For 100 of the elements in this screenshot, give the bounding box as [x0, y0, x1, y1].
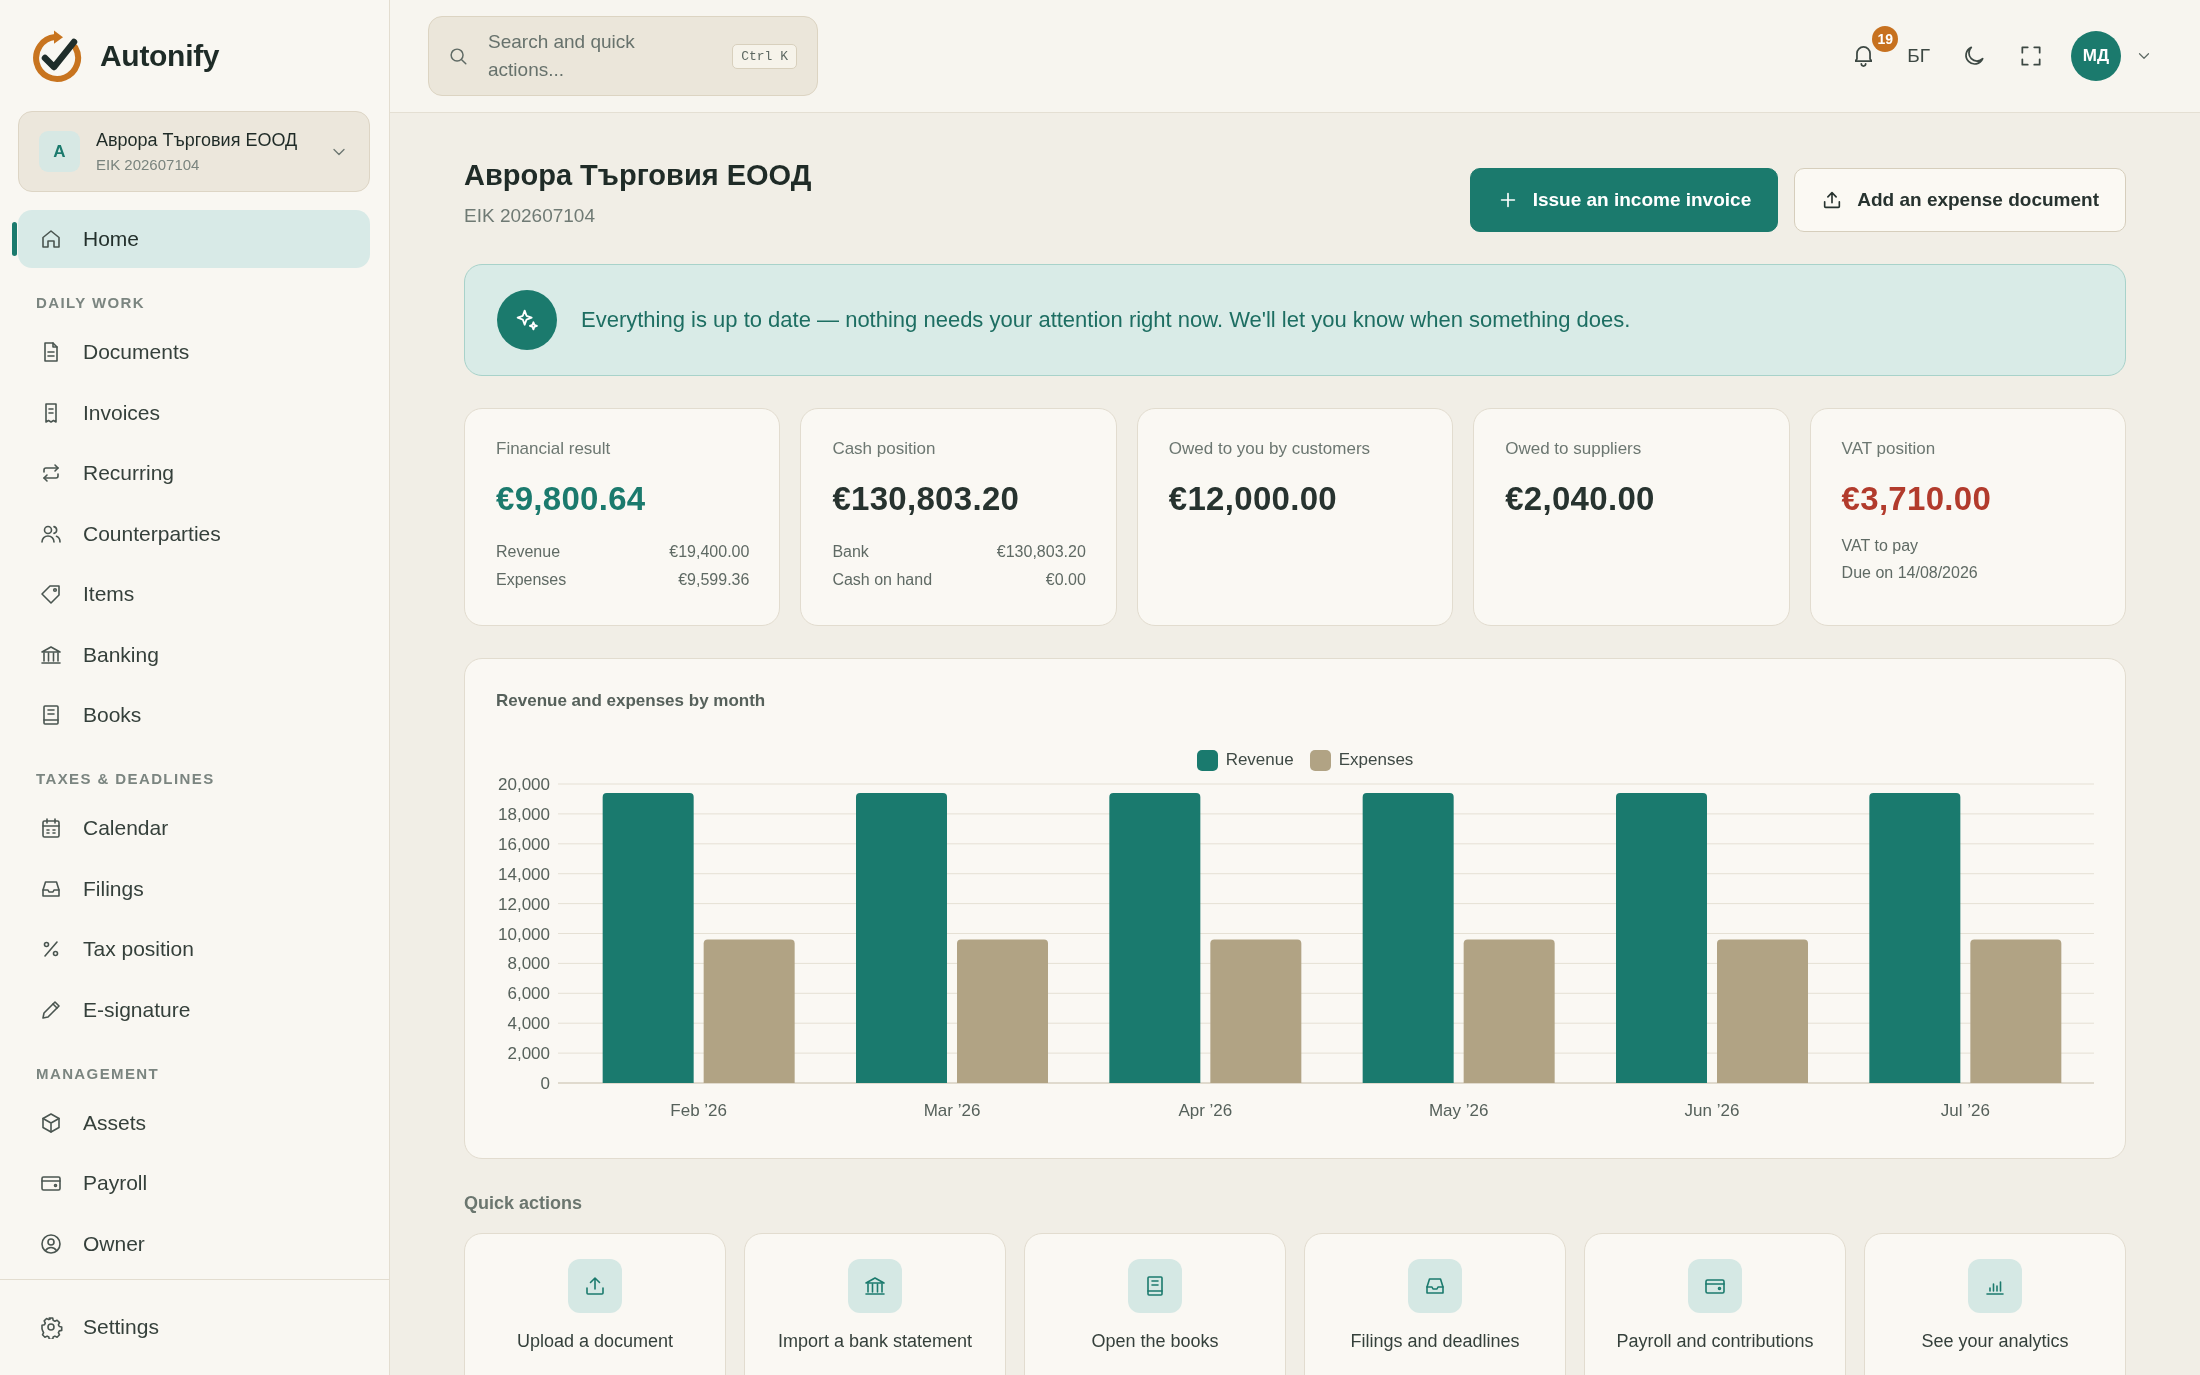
- y-tick-label: 6,000: [507, 984, 550, 1004]
- y-tick-label: 2,000: [507, 1044, 550, 1064]
- section-heading: TAXES & DEADLINES: [36, 769, 216, 789]
- tag-icon: [39, 582, 63, 606]
- x-tick-label: Apr ’26: [1178, 1101, 1233, 1120]
- nav-item[interactable]: Books: [18, 686, 370, 744]
- x-tick-label: Jul ’26: [1940, 1101, 1990, 1120]
- metric-value: €9,800.64: [496, 479, 647, 519]
- section-heading: MANAGEMENT: [36, 1063, 161, 1084]
- nav-item[interactable]: Invoices: [18, 383, 370, 442]
- add-expense-button[interactable]: Add an expense document: [1794, 168, 2126, 232]
- breakdown-label: Revenue: [496, 542, 561, 562]
- y-tick-label: 0: [540, 1074, 550, 1093]
- quick-action-button[interactable]: See your analytics: [1864, 1233, 2126, 1375]
- nav-item[interactable]: Payroll: [18, 1154, 370, 1212]
- metric-value: €3,710.00: [1841, 479, 1993, 519]
- section-title: Quick actions: [464, 1192, 584, 1215]
- nav-item[interactable]: Home: [18, 210, 370, 268]
- book-icon: [1128, 1259, 1182, 1313]
- breakdown-label: Cash on hand: [832, 570, 933, 590]
- legend-label: Revenue: [1225, 750, 1294, 770]
- sparkle-icon: [497, 290, 557, 350]
- nav-item[interactable]: Documents: [18, 323, 370, 381]
- metric-label: Cash position: [832, 438, 937, 460]
- user-circle-icon: [39, 1231, 63, 1256]
- quick-action-button[interactable]: Filings and deadlines: [1304, 1233, 1566, 1375]
- nav-item[interactable]: Calendar: [18, 799, 370, 857]
- metric-label: Owed to you by customers: [1168, 438, 1372, 460]
- x-tick-label: Jun ’26: [1684, 1101, 1740, 1120]
- breakdown-label: Bank: [832, 542, 869, 562]
- notification-count: 19: [1872, 26, 1899, 52]
- company-name: Аврора Търговия ЕООД: [96, 130, 299, 151]
- keyboard-shortcut: Ctrl K: [732, 43, 797, 69]
- quick-action-button[interactable]: Import a bank statement: [744, 1233, 1006, 1375]
- card-note: VAT to pay: [1841, 536, 1920, 556]
- y-tick-label: 14,000: [498, 864, 550, 884]
- nav-item[interactable]: Owner: [18, 1214, 370, 1273]
- company-avatar: A: [39, 131, 80, 172]
- card-note: Due on 14/08/2026: [1841, 563, 1979, 583]
- company-switcher[interactable]: A Аврора Търговия ЕООД EIK 202607104: [18, 111, 370, 192]
- language-selector[interactable]: БГ: [1907, 45, 1930, 67]
- metric-label: Financial result: [496, 438, 612, 460]
- breakdown-value: €9,599.36: [678, 570, 750, 590]
- breakdown-value: €130,803.20: [996, 542, 1086, 562]
- bar-chart-icon: [1968, 1259, 2022, 1313]
- home-icon: [39, 227, 63, 251]
- metric-label: Owed to suppliers: [1505, 438, 1643, 460]
- metric-label: VAT position: [1841, 438, 1937, 460]
- brand-name: Autonify: [100, 39, 220, 73]
- settings-icon: [39, 1315, 63, 1339]
- user-avatar[interactable]: МД: [2071, 31, 2121, 81]
- metric-value: €12,000.00: [1168, 479, 1338, 519]
- logo-icon: [30, 29, 84, 83]
- cube-icon: [39, 1110, 63, 1135]
- wallet-icon: [1688, 1259, 1742, 1313]
- page-subtitle: EIK 202607104: [464, 205, 596, 227]
- x-tick-label: Mar ’26: [923, 1101, 981, 1120]
- y-tick-label: 4,000: [507, 1014, 550, 1034]
- issue-invoice-button[interactable]: Issue an income invoice: [1469, 168, 1779, 232]
- quick-action-button[interactable]: Upload a document: [464, 1233, 726, 1375]
- active-indicator: [12, 222, 17, 256]
- nav-item[interactable]: Banking: [18, 625, 370, 684]
- nav-item[interactable]: Filings: [18, 859, 370, 918]
- quick-action-button[interactable]: Open the books: [1024, 1233, 1286, 1375]
- nav-item[interactable]: E-signature: [18, 980, 370, 1039]
- nav-item[interactable]: Settings: [18, 1298, 370, 1356]
- nav-item[interactable]: Tax position: [18, 920, 370, 978]
- y-tick-label: 10,000: [498, 924, 550, 944]
- metric-value: €130,803.20: [832, 479, 1021, 519]
- fullscreen-icon[interactable]: [2018, 43, 2044, 69]
- nav-item[interactable]: Assets: [18, 1093, 370, 1152]
- y-tick-label: 18,000: [498, 804, 550, 824]
- nav-item[interactable]: Counterparties: [18, 504, 370, 563]
- chart-title: Revenue and expenses by month: [496, 690, 767, 712]
- x-tick-label: Feb ’26: [670, 1101, 727, 1120]
- bank-icon: [848, 1259, 902, 1313]
- y-tick-label: 20,000: [498, 776, 550, 794]
- status-message: Everything is up to date — nothing needs your attention right now. We'll let you know when something does.: [581, 307, 1631, 333]
- upload-icon: [568, 1259, 622, 1313]
- notifications-icon[interactable]: [1854, 45, 1872, 67]
- breakdown-value: €0.00: [1045, 570, 1086, 590]
- page-title: Аврора Търговия ЕООД: [464, 158, 812, 193]
- breakdown-label: Expenses: [496, 570, 567, 590]
- search-bar[interactable]: Search and quick actions... Ctrl K: [428, 16, 818, 96]
- calendar-icon: [39, 816, 63, 840]
- search-input[interactable]: Search and quick actions...: [488, 28, 688, 84]
- breakdown-value: €19,400.00: [669, 542, 750, 562]
- y-tick-label: 12,000: [498, 894, 550, 914]
- quick-action-button[interactable]: Payroll and contributions: [1584, 1233, 1846, 1375]
- company-id: EIK 202607104: [96, 156, 201, 173]
- x-tick-label: May ’26: [1428, 1101, 1489, 1120]
- tray-icon: [1408, 1259, 1462, 1313]
- nav-item[interactable]: Recurring: [18, 444, 370, 502]
- metric-value: €2,040.00: [1505, 479, 1656, 519]
- legend-label: Expenses: [1338, 750, 1414, 770]
- search-icon: [447, 45, 469, 67]
- nav-item[interactable]: Items: [18, 565, 370, 623]
- y-tick-label: 8,000: [507, 954, 550, 974]
- y-tick-label: 16,000: [498, 834, 550, 854]
- section-heading: DAILY WORK: [36, 293, 146, 313]
